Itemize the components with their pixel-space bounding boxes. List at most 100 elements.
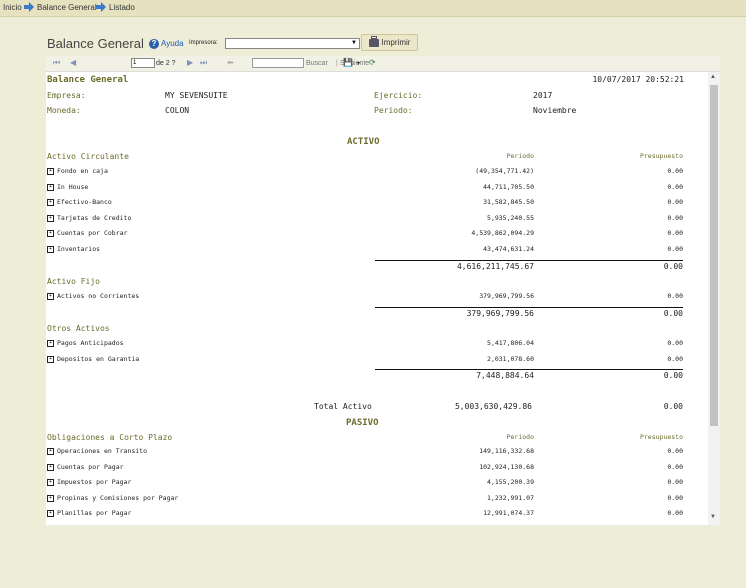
account-periodo: 379,969,799.56: [479, 292, 534, 300]
arrow-right-icon: [24, 2, 34, 12]
ejercicio-value: 2017: [533, 91, 553, 100]
refresh-icon[interactable]: ⟳: [369, 58, 376, 67]
expand-plus-icon[interactable]: +: [47, 199, 54, 206]
account-name: Cuentas por Pagar: [57, 462, 124, 471]
expand-plus-icon[interactable]: +: [47, 510, 54, 517]
printer-label: Impresora:: [189, 40, 218, 46]
find-link[interactable]: Buscar: [306, 60, 328, 67]
account-periodo: 102,924,130.68: [479, 462, 534, 471]
ejercicio-label: Ejercicio:: [374, 91, 423, 100]
toolbar-separator: |: [336, 60, 338, 67]
expand-plus-icon[interactable]: +: [47, 168, 54, 175]
account-periodo: 31,582,845.50: [483, 198, 534, 206]
otros-activos-total-presupuesto: 0.00: [663, 371, 683, 380]
last-page-icon[interactable]: ⏭: [200, 58, 207, 68]
account-presupuesto: 0.00: [667, 292, 683, 300]
scroll-down-icon[interactable]: ▼: [710, 514, 716, 520]
account-name: Fondo en caja: [57, 167, 108, 175]
account-presupuesto: 0.00: [667, 213, 683, 222]
first-page-icon[interactable]: ⏮: [53, 58, 60, 68]
arrow-right-icon: [96, 2, 106, 12]
total-activo-label: Total Activo: [314, 402, 372, 411]
chevron-down-icon[interactable]: ▾: [357, 60, 360, 67]
expand-plus-icon[interactable]: +: [47, 494, 54, 502]
pasivo-heading: PASIVO: [346, 418, 379, 428]
expand-plus-icon[interactable]: +: [47, 183, 54, 191]
breadcrumb-listado[interactable]: Listado: [109, 3, 135, 12]
account-presupuesto: 0.00: [667, 167, 683, 175]
col-presupuesto: Presupuesto: [639, 152, 683, 160]
report-scrollbar[interactable]: ▲ ▼: [708, 72, 720, 525]
account-name: Efectivo-Banco: [57, 198, 112, 206]
back-icon[interactable]: ⬅: [227, 58, 234, 67]
expand-plus-icon[interactable]: +: [47, 355, 54, 363]
activo-fijo-label: Activo Fijo: [47, 277, 100, 286]
empresa-value: MY SEVENSUITE: [165, 91, 228, 100]
print-button-label: Imprimir: [381, 38, 411, 47]
scroll-up-icon[interactable]: ▲: [710, 74, 716, 80]
col-presupuesto: Presupuesto: [639, 433, 683, 441]
chevron-down-icon: ▼: [351, 40, 357, 46]
next-page-icon[interactable]: ▶: [187, 58, 193, 67]
col-periodo: Periodo: [506, 433, 534, 441]
expand-plus-icon[interactable]: +: [47, 448, 54, 455]
total-line: [375, 260, 683, 261]
breadcrumb-balance-general[interactable]: Balance General: [37, 3, 97, 12]
expand-plus-icon[interactable]: +: [47, 214, 54, 222]
export-save-icon[interactable]: 💾: [343, 58, 353, 67]
account-periodo: 5,417,806.04: [487, 339, 534, 347]
periodo-label: Periodo:: [374, 106, 413, 115]
total-line: [375, 307, 683, 308]
help-label: Ayuda: [161, 39, 184, 48]
expand-plus-icon[interactable]: +: [47, 230, 54, 237]
activo-circulante-total: 4,616,211,745.67: [456, 262, 534, 271]
account-presupuesto: 0.00: [667, 339, 683, 347]
find-text-input[interactable]: [252, 58, 304, 68]
report-datetime: 10/07/2017 20:52:21: [592, 75, 684, 84]
expand-plus-icon[interactable]: +: [47, 245, 54, 253]
account-periodo: (49,354,771.42): [475, 167, 534, 175]
account-presupuesto: 0.00: [667, 182, 683, 191]
account-name: Cuentas por Cobrar: [57, 229, 128, 237]
account-periodo: 44,711,705.50: [483, 182, 534, 191]
otros-activos-label: Otros Activos: [47, 324, 110, 333]
page-number-input[interactable]: 1: [131, 58, 155, 68]
report-title: Balance General: [47, 75, 129, 85]
previous-page-icon[interactable]: ◀: [70, 58, 76, 67]
scrollbar-thumb[interactable]: [710, 85, 718, 426]
account-periodo: 2,031,078.60: [487, 354, 534, 363]
breadcrumb-inicio[interactable]: Inicio: [3, 3, 22, 12]
page-title: Balance General: [47, 36, 144, 51]
activo-circulante-label: Activo Circulante: [47, 152, 129, 161]
col-periodo: Periodo: [506, 152, 534, 160]
expand-plus-icon[interactable]: +: [47, 479, 54, 486]
account-periodo: 1,232,991.07: [487, 493, 534, 502]
page-count: de 2 ?: [156, 60, 176, 67]
report-viewer: Balance General 10/07/2017 20:52:21 Empr…: [46, 72, 720, 525]
expand-plus-icon[interactable]: +: [47, 463, 54, 471]
expand-plus-icon[interactable]: +: [47, 340, 54, 347]
total-line: [375, 369, 683, 370]
activo-fijo-total: 379,969,799.56: [466, 309, 534, 318]
account-presupuesto: 0.00: [667, 229, 683, 237]
periodo-value: Noviembre: [533, 106, 577, 115]
obligaciones-label: Obligaciones a Corto Plazo: [47, 433, 173, 442]
account-name: Impuestos por Pagar: [57, 478, 132, 486]
activo-fijo-total-presupuesto: 0.00: [663, 309, 683, 318]
total-activo-presupuesto: 0.00: [663, 402, 683, 411]
help-icon: ?: [149, 38, 159, 49]
total-activo-periodo: 5,003,630,429.86: [454, 402, 532, 411]
account-periodo: 4,155,200.39: [487, 478, 534, 486]
print-button[interactable]: Imprimir: [361, 34, 418, 51]
account-name: Pagos Anticipados: [57, 339, 124, 347]
account-periodo: 5,935,240.55: [487, 213, 534, 222]
printer-select[interactable]: ▼: [225, 38, 360, 49]
account-presupuesto: 0.00: [667, 447, 683, 455]
expand-plus-icon[interactable]: +: [47, 293, 54, 300]
breadcrumb-bar: Inicio Balance General Listado: [0, 0, 746, 17]
help-link[interactable]: ? Ayuda: [149, 37, 184, 50]
moneda-value: COLON: [165, 106, 190, 115]
account-presupuesto: 0.00: [667, 462, 683, 471]
account-periodo: 4,539,862,094.29: [471, 229, 534, 237]
printer-icon: [368, 35, 379, 47]
